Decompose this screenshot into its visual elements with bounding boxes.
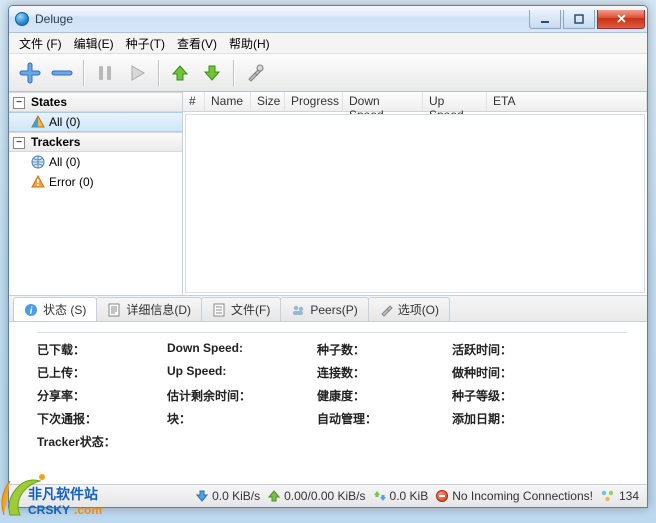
app-window: Deluge 文件 (F) 编辑(E) 种子(T) 查看(V) 帮助(H) (8, 5, 648, 508)
svg-text:i: i (30, 306, 33, 317)
sidebar-states-all[interactable]: All (0) (9, 112, 182, 132)
dht-icon (601, 490, 615, 502)
status-down-rate[interactable]: 0.0 KiB/s (196, 489, 260, 503)
sidebar: − States All (0) − Trackers All (0) Erro… (9, 92, 183, 295)
toolbar (9, 54, 647, 92)
label-up-speed: Up Speed: (167, 364, 317, 381)
label-health: 健康度： (317, 387, 452, 404)
maximize-button[interactable] (563, 10, 595, 29)
info-icon: i (24, 303, 38, 317)
col-eta[interactable]: ETA (487, 92, 647, 111)
collapse-icon[interactable]: − (13, 97, 25, 109)
detail-tabs: i 状态 (S) 详细信息(D) 文件(F) Peers(P) 选项(O) (9, 296, 647, 322)
minus-icon (50, 61, 74, 85)
close-button[interactable] (597, 10, 645, 29)
plus-icon (18, 61, 42, 85)
label-seeds: 种子数： (317, 341, 452, 358)
menu-torrent[interactable]: 种子(T) (120, 33, 171, 54)
resume-button[interactable] (122, 58, 152, 88)
column-headers: # Name Size Progress Down Speed Up Speed… (183, 92, 647, 112)
sidebar-trackers-header[interactable]: − Trackers (9, 132, 182, 152)
col-name[interactable]: Name (205, 92, 251, 111)
col-down[interactable]: Down Speed (343, 92, 423, 111)
remove-torrent-button[interactable] (47, 58, 77, 88)
menu-edit[interactable]: 编辑(E) (68, 33, 120, 54)
status-connection-warning[interactable]: No Incoming Connections! (436, 489, 593, 503)
label-pieces: 块： (167, 410, 317, 427)
menubar: 文件 (F) 编辑(E) 种子(T) 查看(V) 帮助(H) (9, 33, 647, 54)
statusbar: 0.0 KiB/s 0.00/0.00 KiB/s 0.0 KiB No Inc… (9, 484, 647, 507)
up-speed-icon (268, 490, 280, 502)
down-speed-icon (196, 490, 208, 502)
menu-view[interactable]: 查看(V) (171, 33, 223, 54)
status-up-rate[interactable]: 0.00/0.00 KiB/s (268, 489, 365, 503)
label-down-speed: Down Speed: (167, 341, 317, 358)
window-title: Deluge (35, 12, 73, 26)
sidebar-trackers-error[interactable]: Error (0) (9, 172, 182, 192)
label-ratio: 分享率： (37, 387, 167, 404)
queue-up-button[interactable] (165, 58, 195, 88)
tab-details[interactable]: 详细信息(D) (96, 297, 202, 321)
col-num[interactable]: # (183, 92, 205, 111)
tab-options[interactable]: 选项(O) (368, 297, 450, 321)
tab-peers[interactable]: Peers(P) (280, 297, 368, 321)
queue-down-button[interactable] (197, 58, 227, 88)
col-size[interactable]: Size (251, 92, 285, 111)
label-active: 活跃时间： (452, 341, 582, 358)
play-icon (127, 63, 147, 83)
deluge-app-icon (15, 12, 29, 26)
status-pane: 已下载： Down Speed: 种子数： 活跃时间： 已上传： Up Spee… (9, 322, 647, 472)
collapse-icon[interactable]: − (13, 137, 25, 149)
sidebar-states-header[interactable]: − States (9, 92, 182, 112)
menu-help[interactable]: 帮助(H) (223, 33, 276, 54)
peers-icon (291, 303, 305, 317)
label-downloaded: 已下载： (37, 341, 167, 358)
label-next-announce: 下次通报： (37, 410, 167, 427)
add-torrent-button[interactable] (15, 58, 45, 88)
all-states-icon (31, 115, 45, 129)
label-eta: 估计剩余时间： (167, 387, 317, 404)
col-up[interactable]: Up Speed (423, 92, 487, 111)
no-entry-icon (436, 490, 448, 502)
label-uploaded: 已上传： (37, 364, 167, 381)
tab-files[interactable]: 文件(F) (201, 297, 281, 321)
label-rank: 种子等级： (452, 387, 582, 404)
label-auto: 自动管理： (317, 410, 452, 427)
pause-icon (95, 63, 115, 83)
arrow-down-icon (202, 63, 222, 83)
label-peers: 连接数： (317, 364, 452, 381)
arrow-up-icon (170, 63, 190, 83)
tools-icon (245, 63, 265, 83)
status-protocol[interactable]: 0.0 KiB (374, 489, 429, 503)
warning-icon (31, 175, 45, 189)
label-seeding: 做种时间： (452, 364, 582, 381)
file-icon (212, 303, 226, 317)
label-tracker-status: Tracker状态： (37, 433, 167, 450)
titlebar[interactable]: Deluge (9, 6, 647, 33)
torrent-list: # Name Size Progress Down Speed Up Speed… (183, 92, 647, 295)
minimize-button[interactable] (529, 10, 561, 29)
label-added: 添加日期： (452, 410, 582, 427)
globe-icon (31, 155, 45, 169)
tab-status[interactable]: i 状态 (S) (13, 297, 97, 321)
status-dht[interactable]: 134 (601, 489, 639, 503)
preferences-button[interactable] (240, 58, 270, 88)
col-progress[interactable]: Progress (285, 92, 343, 111)
menu-file[interactable]: 文件 (F) (13, 33, 68, 54)
sidebar-trackers-all[interactable]: All (0) (9, 152, 182, 172)
protocol-traffic-icon (374, 490, 386, 502)
pause-button[interactable] (90, 58, 120, 88)
details-icon (107, 303, 121, 317)
torrent-list-body[interactable] (185, 114, 645, 293)
options-icon (379, 303, 393, 317)
